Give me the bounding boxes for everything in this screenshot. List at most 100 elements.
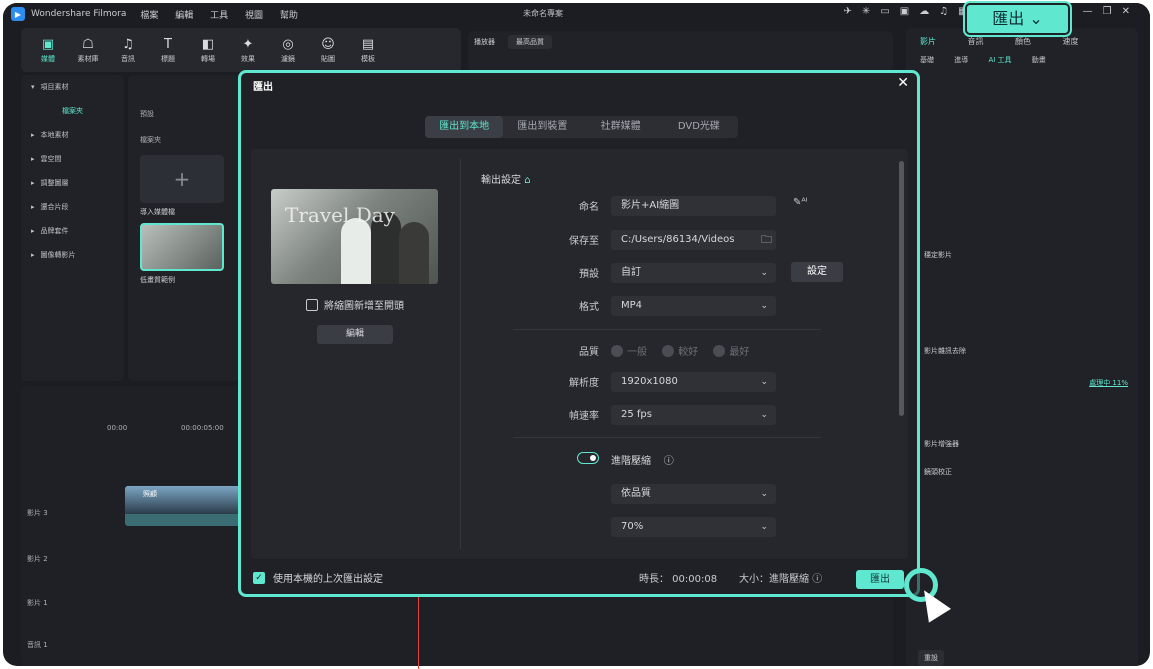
template-icon: ▤	[361, 36, 375, 52]
import-media-button[interactable]: +	[140, 155, 224, 203]
tool-stickers[interactable]: ☺ 貼圖	[311, 37, 345, 64]
quality-best-radio[interactable]: 最好	[713, 343, 749, 358]
export-tabs: 匯出到本地 匯出到裝置 社群媒體 DVD光碟	[425, 116, 738, 138]
playhead[interactable]	[418, 593, 419, 669]
effects-icon: ✦	[242, 36, 254, 52]
compression-mode-select[interactable]: 依品質 ⌄	[611, 484, 776, 504]
sidebar-item-cloud[interactable]: ▸ 雲空間	[21, 147, 124, 171]
player-quality-select[interactable]: 最高品質	[508, 35, 552, 49]
tool-effects[interactable]: ✦ 效果	[231, 37, 265, 64]
edit-thumbnail-button[interactable]: 編輯	[317, 325, 393, 344]
export-body: Travel Day 將縮圖新增至開頭 編輯 輸出設定 ⌂ 命名 影片+AI縮圖…	[251, 149, 908, 559]
tool-media[interactable]: ▣ 媒體	[31, 37, 65, 64]
menu-view[interactable]: 視圖	[245, 11, 263, 21]
player-header: 播放器 最高品質	[468, 31, 893, 71]
tool-stock[interactable]: ☖ 素材庫	[71, 37, 105, 64]
reset-button[interactable]: 重設	[918, 650, 944, 666]
stabilize-item[interactable]: 穩定影片	[924, 250, 952, 260]
layout-icon[interactable]: ▭	[880, 6, 889, 17]
stock-icon: ☖	[82, 36, 94, 52]
help-icon: ⓘ	[812, 574, 823, 585]
sidebar-item-img2video[interactable]: ▸ 圖像轉影片	[21, 243, 124, 267]
save-label: 保存至	[569, 236, 599, 247]
menu-help[interactable]: 幫助	[280, 11, 298, 21]
media-sidebar: ▾ 項目素材 檔案夾 ▸ 本地素材 ▸ 雲空間 ▸ 調整圖層 ▸ 還合片段 ▸ …	[21, 75, 124, 381]
sidebar-item-folder[interactable]: 檔案夾	[21, 99, 124, 123]
quality-normal-radio[interactable]: 一般	[611, 343, 647, 358]
subtab-advanced[interactable]: 進導	[954, 56, 968, 64]
tab-video[interactable]: 影片	[920, 36, 936, 47]
track-audio-1: 音訊 1	[27, 641, 48, 649]
sidebar-item-project-media[interactable]: ▾ 項目素材	[21, 75, 124, 99]
resolution-select[interactable]: 1920x1080 ⌄	[611, 372, 776, 392]
tab-export-device[interactable]: 匯出到裝置	[503, 116, 581, 138]
enhancer-item[interactable]: 影片增強器	[924, 439, 959, 449]
sort-select[interactable]: 預設	[140, 109, 154, 119]
subtab-ai-tools[interactable]: AI 工具	[988, 56, 1011, 64]
headphone-icon[interactable]: ♫	[939, 6, 948, 17]
send-icon[interactable]: ✈	[844, 6, 852, 17]
use-last-settings-label: 使用本機的上次匯出設定	[273, 574, 383, 585]
tab-export-social[interactable]: 社群媒體	[582, 116, 660, 138]
framerate-select[interactable]: 25 fps ⌄	[611, 405, 776, 425]
sidebar-item-adjust[interactable]: ▸ 調整圖層	[21, 171, 124, 195]
chevron-down-icon: ⌄	[760, 268, 768, 278]
tab-speed[interactable]: 速度	[1063, 36, 1079, 47]
chevron-down-icon: ⌄	[760, 489, 768, 499]
export-thumbnail[interactable]: Travel Day	[271, 189, 438, 284]
loading-icon[interactable]: ✳	[862, 6, 870, 17]
media-clip-thumb[interactable]	[140, 223, 224, 271]
close-window-icon[interactable]: ✕	[1122, 6, 1130, 17]
subtab-basic[interactable]: 基礎	[920, 56, 934, 64]
tool-templates[interactable]: ▤ 模板	[351, 37, 385, 64]
tool-filters[interactable]: ◎ 濾鏡	[271, 37, 305, 64]
menu-edit[interactable]: 編輯	[175, 11, 193, 21]
sidebar-item-compound[interactable]: ▸ 還合片段	[21, 195, 124, 219]
menu-tools[interactable]: 工具	[210, 11, 228, 21]
export-button[interactable]: 匯出	[856, 570, 904, 589]
advanced-compression-label: 進階壓縮 ⓘ	[611, 456, 674, 467]
folder-icon[interactable]: 🗀	[761, 231, 772, 250]
tab-export-dvd[interactable]: DVD光碟	[660, 116, 738, 138]
sidebar-item-brand[interactable]: ▸ 品牌套件	[21, 219, 124, 243]
subtab-animation[interactable]: 動畫	[1032, 56, 1046, 64]
close-icon[interactable]: ✕	[897, 75, 909, 91]
minimize-icon[interactable]: —	[1083, 6, 1093, 17]
track-video-2: 影片 2	[27, 555, 48, 563]
save-path-input[interactable]: C:/Users/86134/Videos	[611, 230, 776, 250]
tool-transitions[interactable]: ◧ 轉場	[191, 37, 225, 64]
name-input[interactable]: 影片+AI縮圖	[611, 196, 776, 216]
tool-titles[interactable]: T 標題	[151, 37, 185, 64]
add-thumbnail-checkbox[interactable]: 將縮圖新增至開頭	[306, 297, 404, 312]
tool-audio[interactable]: ♫ 音訊	[111, 37, 145, 64]
save-icon[interactable]: ▣	[900, 6, 909, 17]
media-icon: ▣	[41, 36, 55, 52]
lens-item[interactable]: 鏡頭校正	[924, 467, 952, 477]
export-top-button[interactable]: 匯出 ⌄	[965, 3, 1070, 35]
duration-text: 時長： 00:00:08	[639, 574, 718, 585]
preset-select[interactable]: 自訂 ⌄	[611, 263, 776, 283]
chevron-down-icon: ⌄	[760, 522, 768, 532]
advanced-compression-toggle[interactable]	[577, 452, 599, 464]
denoise-item[interactable]: 影片雜訊去除	[924, 346, 966, 356]
tab-audio[interactable]: 音訊	[968, 36, 984, 47]
quality-better-radio[interactable]: 較好	[662, 343, 698, 358]
settings-scrollbar[interactable]	[899, 161, 904, 416]
denoise-progress: 處理中 11%	[1089, 379, 1128, 387]
project-title: 未命名專案	[523, 9, 563, 18]
settings-button[interactable]: 設定	[791, 262, 843, 282]
menu-file[interactable]: 檔案	[140, 11, 158, 21]
format-select[interactable]: MP4 ⌄	[611, 296, 776, 316]
size-text: 大小：進階壓縮 ⓘ	[739, 574, 823, 585]
sidebar-item-local[interactable]: ▸ 本地素材	[21, 123, 124, 147]
preset-label: 預設	[579, 269, 599, 280]
tab-export-local[interactable]: 匯出到本地	[425, 116, 504, 138]
restore-icon[interactable]: ❐	[1103, 6, 1112, 17]
help-icon[interactable]: ⓘ	[664, 456, 674, 467]
title-icon: T	[164, 36, 172, 52]
use-last-settings-checkbox[interactable]: ✓	[253, 572, 265, 584]
ai-rename-icon[interactable]: ✎ᴬᴵ	[793, 197, 808, 208]
cloud-icon[interactable]: ☁	[919, 6, 929, 17]
compression-level-select[interactable]: 70% ⌄	[611, 517, 776, 537]
tab-color[interactable]: 顏色	[1015, 36, 1031, 47]
